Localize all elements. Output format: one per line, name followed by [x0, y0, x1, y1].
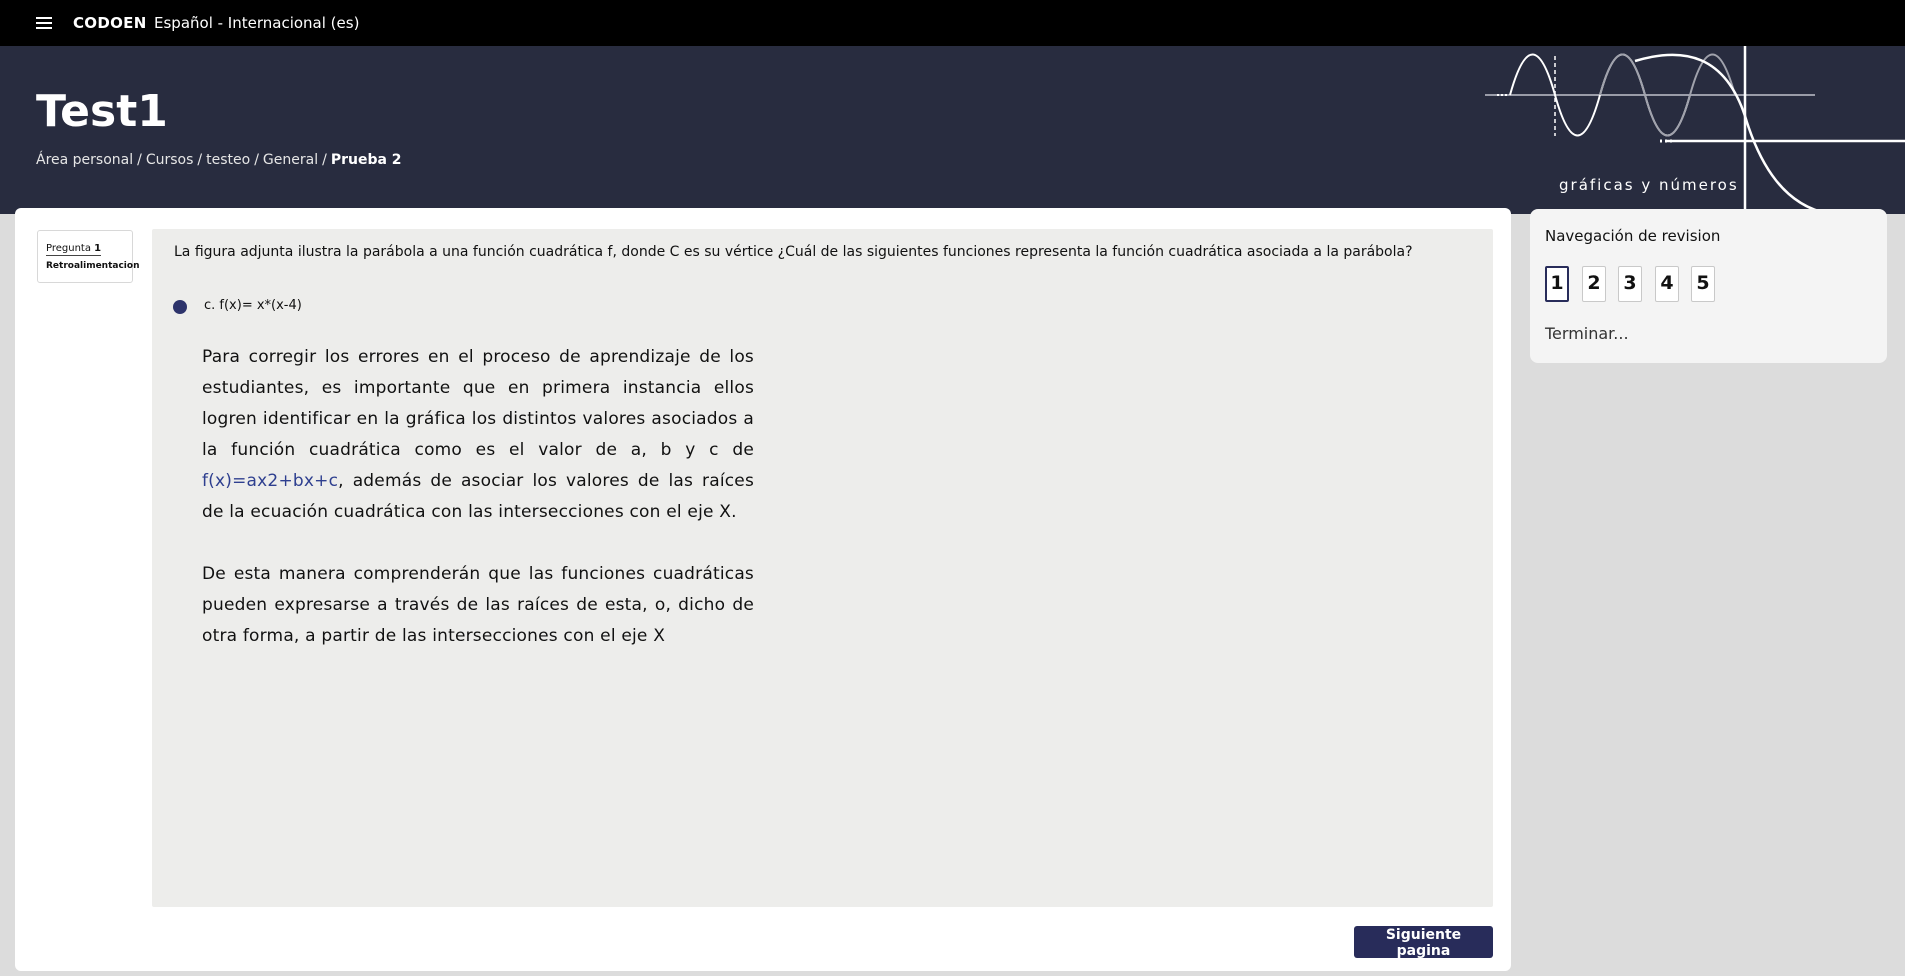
- navigation-title: Navegación de revision: [1545, 227, 1721, 245]
- formula-text: f(x)=ax2+bx+c: [202, 471, 339, 491]
- nav-page-1-button[interactable]: 1: [1545, 266, 1569, 302]
- breadcrumb-general[interactable]: General: [263, 152, 318, 168]
- finish-review-link[interactable]: Terminar...: [1545, 324, 1629, 343]
- breadcrumb: Área personal / Cursos / testeo / General / Prue…: [36, 152, 402, 168]
- question-info: Pregunta 1 Retroalimentacion: [37, 230, 139, 283]
- nav-page-2-button[interactable]: 2: [1582, 266, 1606, 302]
- nav-page-3-button[interactable]: 3: [1618, 266, 1642, 302]
- question-number: Pregunta 1: [46, 243, 102, 256]
- breadcrumb-cursos[interactable]: Cursos: [146, 152, 194, 168]
- menu-icon[interactable]: [36, 17, 52, 29]
- breadcrumb-current: Prueba 2: [330, 152, 402, 168]
- site-brand[interactable]: CODOEN: [73, 14, 147, 32]
- radio-selected-icon[interactable]: [173, 300, 187, 314]
- top-navbar: CODOEN Español ‎- Internacional ‎(es)‎: [0, 0, 1905, 46]
- logo-text: gráficas y números: [1559, 176, 1739, 194]
- question-feedback-label: Retroalimentacion: [46, 261, 140, 271]
- feedback-paragraph-2: De esta manera comprenderán que las func…: [202, 564, 754, 646]
- next-page-button[interactable]: Siguiente pagina: [1354, 926, 1493, 959]
- nav-page-4-button[interactable]: 4: [1655, 266, 1679, 302]
- page-header: Test1 Área personal / Cursos / testeo / Genera…: [0, 46, 1905, 214]
- language-selector[interactable]: Español ‎- Internacional ‎(es)‎: [154, 14, 359, 32]
- page-title: Test1: [36, 86, 168, 137]
- feedback-text: Para corregir los errores en el proceso …: [202, 342, 754, 683]
- feedback-paragraph-1: Para corregir los errores en el proceso …: [202, 347, 754, 522]
- answer-option[interactable]: c. f(x)= x*(x-4): [204, 298, 302, 313]
- nav-page-5-button[interactable]: 5: [1691, 266, 1715, 302]
- breadcrumb-testeo[interactable]: testeo: [206, 152, 250, 168]
- question-text: La figura adjunta ilustra la parábola a …: [174, 244, 1413, 260]
- breadcrumb-area-personal[interactable]: Área personal: [36, 152, 133, 168]
